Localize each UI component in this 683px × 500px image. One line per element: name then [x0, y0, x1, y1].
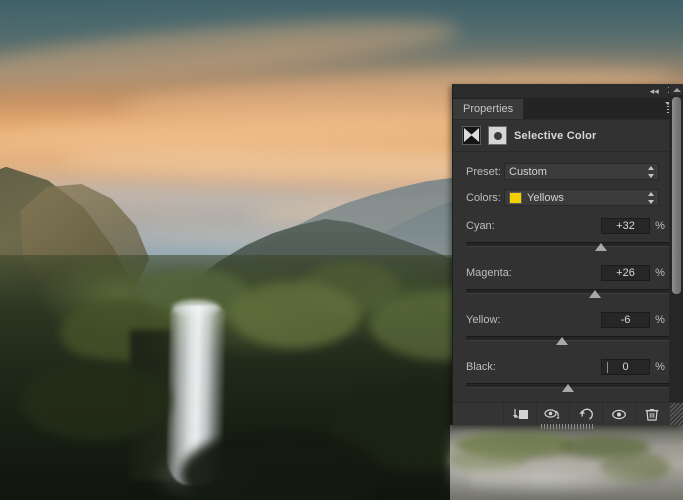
black-slider-track[interactable]: [466, 380, 670, 396]
black-slider-thumb[interactable]: [562, 384, 574, 392]
rock-highlight: [470, 460, 660, 496]
magenta-label: Magenta:: [466, 267, 601, 279]
black-input[interactable]: 0: [601, 359, 650, 375]
panel-footer-toolbar: [453, 402, 683, 425]
panel-resize-handle[interactable]: [541, 424, 593, 429]
panel-titlebar: ◂◂ ✕: [453, 84, 683, 99]
slider-cyan: Cyan: +32 %: [453, 217, 683, 255]
toggle-visibility-button[interactable]: [602, 403, 635, 425]
resize-grip-icon[interactable]: [670, 403, 683, 425]
yellow-input[interactable]: -6: [601, 312, 650, 328]
black-label: Black:: [466, 361, 601, 373]
adjustment-header: Selective Color: [453, 120, 683, 152]
slider-black: Black: 0 %: [453, 358, 683, 396]
colors-label: Colors:: [466, 192, 504, 204]
scrollbar-thumb[interactable]: [672, 97, 681, 294]
selective-color-icon[interactable]: [462, 126, 481, 145]
layer-mask-icon[interactable]: [488, 126, 507, 145]
reset-button[interactable]: [569, 403, 602, 425]
yellow-track-line: [466, 336, 670, 341]
cyan-label: Cyan:: [466, 220, 601, 232]
magenta-slider-thumb[interactable]: [589, 290, 601, 298]
properties-panel[interactable]: ◂◂ ✕ Properties Selective Color Preset: …: [452, 84, 683, 425]
cyan-track-line: [466, 242, 670, 247]
tree-cluster: [20, 360, 170, 440]
colors-row: Colors: Yellows: [453, 187, 683, 208]
preset-value: Custom: [509, 166, 547, 178]
yellow-unit: %: [650, 314, 670, 326]
magenta-value: +26: [616, 267, 635, 279]
scrollbar-track[interactable]: [670, 95, 683, 414]
yellow-slider-thumb[interactable]: [556, 337, 568, 345]
text-cursor: [607, 362, 608, 373]
preset-spinner-icon[interactable]: [647, 166, 655, 178]
yellow-label: Yellow:: [466, 314, 601, 326]
preset-row: Preset: Custom: [453, 161, 683, 182]
yellow-slider-track[interactable]: [466, 333, 670, 349]
slider-magenta: Magenta: +26 %: [453, 264, 683, 302]
tab-properties-label: Properties: [463, 103, 513, 115]
cyan-slider-track[interactable]: [466, 239, 670, 255]
panel-scrollbar[interactable]: [669, 84, 683, 425]
tab-properties[interactable]: Properties: [453, 99, 524, 119]
preset-label: Preset:: [466, 166, 504, 178]
preset-select[interactable]: Custom: [504, 163, 659, 180]
slider-yellow: Yellow: -6 %: [453, 311, 683, 349]
magenta-input[interactable]: +26: [601, 265, 650, 281]
cyan-value: +32: [616, 220, 635, 232]
panel-body: Preset: Custom Colors: Yellows Cyan: +32…: [453, 152, 683, 422]
yellow-value: -6: [621, 314, 631, 326]
black-unit: %: [650, 361, 670, 373]
tabstrip-filler: [524, 99, 683, 119]
collapse-double-arrow-icon[interactable]: ◂◂: [650, 87, 659, 96]
color-swatch: [509, 192, 522, 204]
adjustment-title: Selective Color: [514, 130, 596, 142]
tree-cluster: [230, 282, 360, 348]
panel-tabstrip[interactable]: Properties: [453, 99, 683, 120]
scroll-up-arrow-icon[interactable]: [670, 84, 683, 95]
cyan-unit: %: [650, 220, 670, 232]
delete-layer-button[interactable]: [635, 403, 668, 425]
colors-select[interactable]: Yellows: [504, 189, 659, 206]
clip-to-layer-button[interactable]: [503, 403, 536, 425]
colors-spinner-icon[interactable]: [647, 192, 655, 204]
toggle-previous-state-button[interactable]: [536, 403, 569, 425]
magenta-unit: %: [650, 267, 670, 279]
magenta-slider-track[interactable]: [466, 286, 670, 302]
black-value: 0: [622, 361, 628, 373]
magenta-track-line: [466, 289, 670, 294]
colors-value: Yellows: [527, 192, 564, 204]
cyan-slider-thumb[interactable]: [595, 243, 607, 251]
cyan-input[interactable]: +32: [601, 218, 650, 234]
